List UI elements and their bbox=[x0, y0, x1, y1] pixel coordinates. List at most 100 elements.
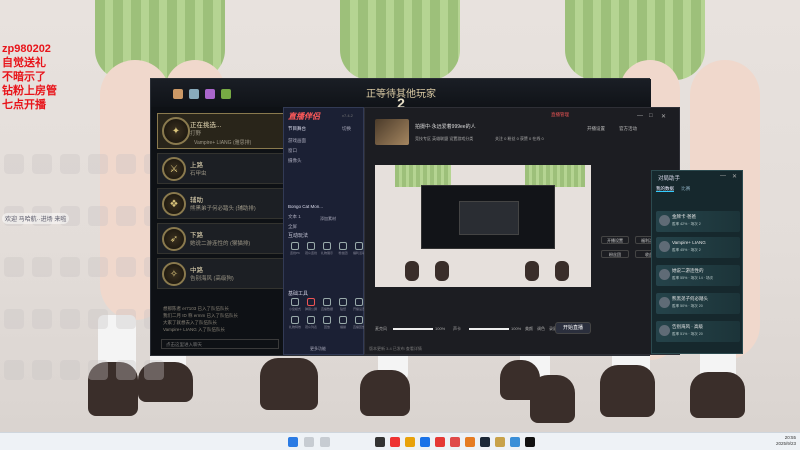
source-item[interactable]: 窗口 bbox=[288, 148, 297, 154]
source-item[interactable]: 全屏 bbox=[288, 224, 297, 230]
role-slot-jungle[interactable]: ✦ 正在挑选... 打野 Vampire+ LIANG (雅思排) bbox=[157, 113, 285, 149]
beauty-button[interactable]: 美颜 bbox=[525, 326, 533, 332]
preview-shoe bbox=[435, 261, 449, 281]
preview-skirt bbox=[525, 165, 585, 187]
side-button[interactable]: 粉丝团 bbox=[601, 250, 629, 258]
top-lane-icon: ⚔ bbox=[162, 157, 186, 181]
player-card[interactable]: 她说二游连性的 胜率 55% · 场次 14 · 场次 bbox=[656, 265, 740, 286]
steam-icon[interactable] bbox=[480, 437, 490, 447]
danmaku-icon bbox=[307, 298, 315, 306]
stream-cover-thumbnail[interactable] bbox=[375, 119, 409, 145]
events-button[interactable]: 官方活动 bbox=[619, 126, 637, 132]
tool-label: 小窗模式 bbox=[288, 307, 301, 311]
stream-preview[interactable] bbox=[375, 165, 591, 287]
minimize-icon[interactable]: — bbox=[720, 173, 726, 179]
tool-audience[interactable]: 观众列表 bbox=[304, 316, 318, 332]
source-item[interactable]: 文本 1 bbox=[288, 214, 301, 220]
task-view-icon[interactable] bbox=[320, 437, 330, 447]
close-icon[interactable]: ✕ bbox=[732, 173, 737, 180]
player-card[interactable]: 金牌卡·爸爸 胜率 42% · 场次 2 bbox=[656, 211, 740, 232]
mic-volume-slider[interactable] bbox=[393, 328, 433, 330]
champion-icon[interactable] bbox=[173, 89, 183, 99]
section-basic: 基础工具 bbox=[288, 291, 309, 297]
champion-icon[interactable] bbox=[189, 89, 199, 99]
scene-selector[interactable]: 节目舞台 bbox=[288, 126, 306, 132]
overlay-line: 自觉送礼 bbox=[2, 57, 46, 69]
more-tools-button[interactable]: 更多功能 bbox=[310, 346, 326, 352]
close-icon[interactable]: ✕ bbox=[661, 113, 666, 120]
tool-stats[interactable]: 直播数据 bbox=[320, 298, 334, 314]
shoe bbox=[260, 358, 318, 410]
tool-gift-effects[interactable]: 礼物特效 bbox=[288, 316, 302, 332]
role-slot-top[interactable]: ⚔ 上路 石甲虫 bbox=[157, 153, 285, 184]
browser-icon[interactable] bbox=[420, 437, 430, 447]
bottom-lane-icon: ➶ bbox=[162, 227, 186, 251]
search-icon[interactable] bbox=[304, 437, 314, 447]
player-card[interactable]: Vampire+ LIANG 胜率 45% · 场次 2 bbox=[656, 237, 740, 258]
window-icon bbox=[291, 298, 299, 306]
preview-shoe bbox=[405, 261, 419, 281]
preview-nested-window bbox=[459, 201, 519, 235]
tag[interactable]: 英雄联盟 bbox=[432, 136, 448, 141]
stream-title[interactable]: 拍摄中·永远爱着999ee的人 bbox=[415, 123, 476, 130]
player-stats: 胜率 45% · 场次 2 bbox=[672, 248, 701, 252]
avatar bbox=[659, 297, 670, 308]
player-card[interactable]: 熊黑弟子何必踏头 胜率 50% · 场次 20 bbox=[656, 293, 740, 314]
switch-scene-button[interactable]: 切换 bbox=[342, 126, 351, 132]
windows-start-icon[interactable] bbox=[288, 437, 298, 447]
tool-mini-window[interactable]: 小窗模式 bbox=[288, 298, 302, 314]
league-icon[interactable] bbox=[495, 437, 505, 447]
tool-stickers[interactable]: 贴纸 bbox=[336, 298, 350, 314]
tool-danmaku[interactable]: 弹幕公屏 bbox=[304, 298, 318, 314]
clock-date: 2025/9/23 bbox=[775, 441, 796, 446]
role-label: 中路 bbox=[190, 267, 203, 274]
app-icon[interactable] bbox=[510, 437, 520, 447]
role-label: 下路 bbox=[190, 232, 203, 239]
tab-my-data[interactable]: 我的数据 bbox=[656, 186, 674, 192]
color-button[interactable]: 调色 bbox=[537, 326, 545, 332]
role-player: 告别海风 (高级狗) bbox=[190, 276, 234, 282]
side-button[interactable]: 开播设置 bbox=[601, 236, 629, 244]
champion-icon[interactable] bbox=[221, 89, 231, 99]
start-live-button[interactable]: 开始直播 bbox=[555, 322, 591, 334]
player-card[interactable]: 告别海风 · 高级 胜率 51% · 场次 20 bbox=[656, 321, 740, 342]
sound-volume-slider[interactable] bbox=[469, 328, 509, 330]
source-item[interactable]: 游戏画面 bbox=[288, 138, 306, 144]
tag[interactable]: 竞技专区 bbox=[415, 136, 431, 141]
champion-icon[interactable] bbox=[205, 89, 215, 99]
tool-pk[interactable]: 连线PK bbox=[288, 242, 302, 258]
tool-lucky-bag[interactable]: 福袋 bbox=[336, 316, 350, 332]
folder-icon[interactable] bbox=[405, 437, 415, 447]
manage-button[interactable]: 直播管理 bbox=[551, 112, 569, 118]
source-item[interactable]: Bongo Cat Mon... bbox=[288, 204, 323, 209]
maximize-icon[interactable]: □ bbox=[649, 113, 653, 119]
app-icon[interactable] bbox=[450, 437, 460, 447]
gear-icon bbox=[355, 298, 363, 306]
role-slot-bottom[interactable]: ➶ 下路 她说二游连性的 (猴猫排) bbox=[157, 223, 285, 254]
mic-label: 麦克风 bbox=[375, 326, 387, 331]
tag[interactable]: 设置游戏分类 bbox=[449, 136, 473, 141]
role-slot-mid[interactable]: ✧ 中路 告别海风 (高级狗) bbox=[157, 258, 285, 289]
tool-replay[interactable]: 回放 bbox=[320, 316, 334, 332]
tool-fan-club[interactable]: 粉丝团 bbox=[336, 242, 350, 258]
player-stats: 胜率 50% · 场次 20 bbox=[672, 304, 703, 308]
minimize-icon[interactable]: — bbox=[637, 113, 643, 119]
source-item[interactable]: 摄像头 bbox=[288, 158, 302, 164]
log-line: 我们二月 ID 称 ermm 已入了队伍队长 bbox=[163, 313, 238, 318]
log-line: 大家了就想去入了队伍队长 bbox=[163, 320, 217, 325]
lobby-header: 正等待其他玩家 2 bbox=[151, 79, 651, 111]
avatar bbox=[659, 269, 670, 280]
tiktok-icon[interactable] bbox=[525, 437, 535, 447]
tool-audience-link[interactable]: 观众连线 bbox=[304, 242, 318, 258]
stream-settings-button[interactable]: 开播设置 bbox=[587, 126, 605, 132]
system-clock[interactable]: 20:55 2025/9/23 bbox=[776, 435, 796, 447]
tool-gift-display[interactable]: 礼物展示 bbox=[320, 242, 334, 258]
app-icon[interactable] bbox=[465, 437, 475, 447]
lobby-chat-input[interactable]: 点击这里进入聊天 bbox=[161, 339, 279, 349]
app-icon[interactable] bbox=[375, 437, 385, 447]
add-source-button[interactable]: 添加素材 bbox=[320, 216, 336, 222]
app-icon[interactable] bbox=[390, 437, 400, 447]
role-slot-support[interactable]: ❖ 辅助 熊黑弟子何必踏头 (辅助排) bbox=[157, 188, 285, 219]
tab-match[interactable]: 比赛 bbox=[681, 186, 690, 191]
app-icon[interactable] bbox=[435, 437, 445, 447]
